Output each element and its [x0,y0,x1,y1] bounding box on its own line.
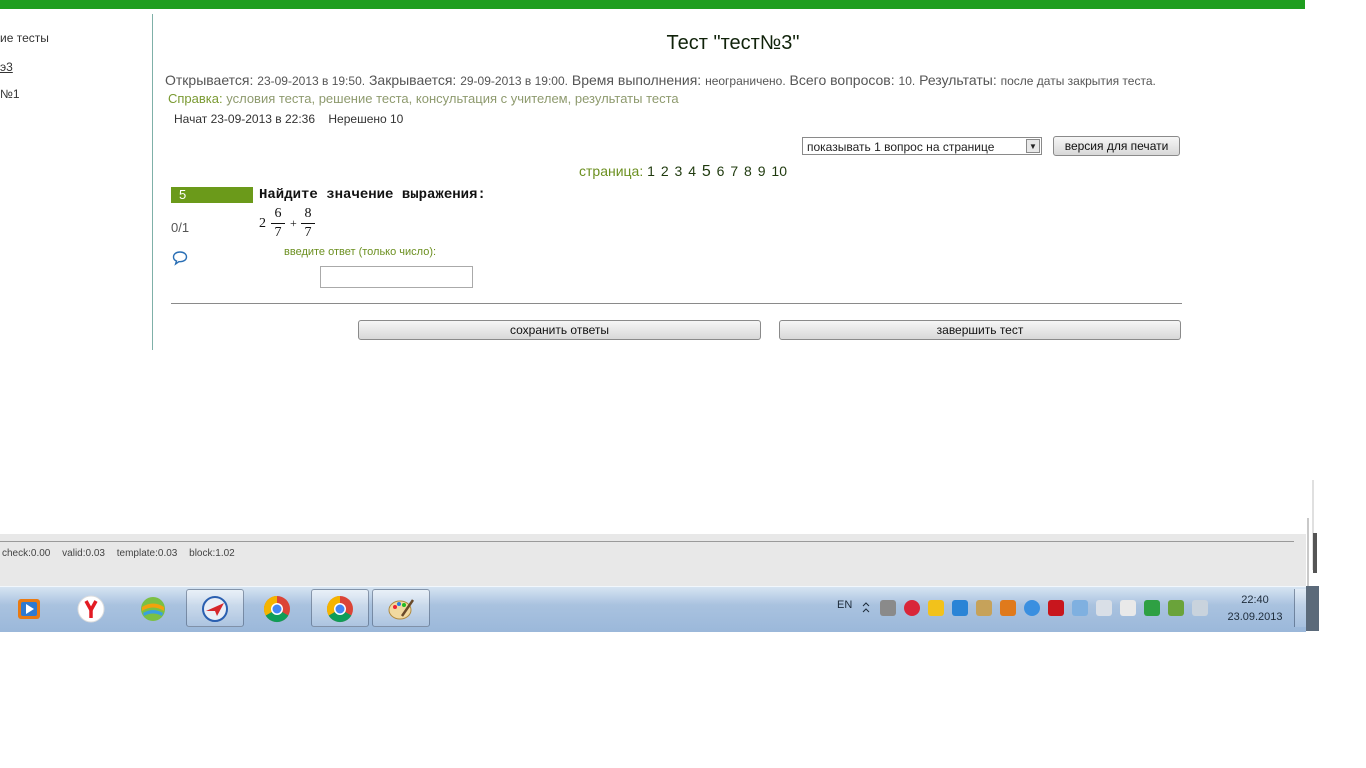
fraction-2-numerator: 8 [304,206,312,221]
stat-check: check:0.00 [2,548,51,559]
per-page-value: показывать 1 вопрос на странице [807,140,995,154]
page-link[interactable]: 8 [744,163,752,179]
tray-flag-icon[interactable] [1120,600,1136,616]
paint-icon[interactable] [386,594,416,624]
tray-app-icon[interactable] [880,600,896,616]
fraction-1-numerator: 6 [274,206,282,221]
language-indicator[interactable]: EN [837,599,852,611]
pagination-label: страница: [579,163,644,179]
page-link[interactable]: 7 [730,163,738,179]
page-link[interactable]: 9 [758,163,766,179]
chrome-icon[interactable] [325,594,355,624]
answer-input[interactable] [320,266,473,288]
duration-label: Время выполнения: [571,72,702,88]
results-label: Результаты: [919,72,997,88]
render-stats: check:0.00 valid:0.03 template:0.03 bloc… [2,548,244,559]
formula-operator: + [290,216,297,230]
question-number-badge: 5 [171,187,253,203]
fraction-2-denominator: 7 [304,225,312,240]
answer-label: введите ответ (только число): [284,246,437,258]
save-answers-button[interactable]: сохранить ответы [358,320,761,340]
help-link-conditions[interactable]: условия теста, [226,91,315,106]
stat-valid: valid:0.03 [62,548,105,559]
pagination: страница: 1 2 3 4 5 6 7 8 9 10 [579,163,789,181]
opens-value: 23-09-2013 в 19:50. [257,74,366,88]
window-edge [1307,518,1309,588]
tray-nvidia-icon[interactable] [1168,600,1184,616]
app-plane-icon[interactable] [200,594,230,624]
tray-network-icon[interactable] [1072,600,1088,616]
stat-template: template:0.03 [116,548,178,559]
sidebar-item-test3[interactable]: э3 [0,60,13,74]
page-link[interactable]: 2 [661,163,669,179]
tray-app-icon[interactable] [1144,600,1160,616]
tray-app-icon[interactable] [928,600,944,616]
windows-media-player-icon[interactable] [14,594,44,624]
questions-value: 10. [898,74,916,88]
test-info: Открывается: 23-09-2013 в 19:50. Закрыва… [165,72,1195,88]
clock-time[interactable]: 22:40 [1232,594,1278,606]
top-green-bar [0,0,1305,9]
help-label: Справка: [168,91,223,106]
tray-acrobat-icon[interactable] [1048,600,1064,616]
formula-whole: 2 [259,216,266,231]
question-text: Найдите значение выражения: [259,187,486,203]
questions-label: Всего вопросов: [789,72,895,88]
results-value: после даты закрытия теста. [1000,74,1156,88]
footer-divider [0,541,1294,542]
clock-date[interactable]: 23.09.2013 [1222,611,1288,623]
duration-value: неограничено. [705,74,786,88]
tray-app-icon[interactable] [1024,600,1040,616]
fraction-2: 8 7 [301,206,315,241]
yandex-browser-icon[interactable] [76,594,106,624]
comment-icon[interactable] [172,250,188,266]
taskbar-edge [1306,586,1319,631]
finish-test-button[interactable]: завершить тест [779,320,1181,340]
page-link[interactable]: 4 [688,163,696,179]
opens-label: Открывается: [165,72,254,88]
help-link-solution[interactable]: решение теста, [319,91,413,106]
help-link-consultation[interactable]: консультация с учителем, [416,91,571,106]
chrome-icon[interactable] [262,594,292,624]
tray-display-icon[interactable] [1192,600,1208,616]
page-title: Тест "тест№3" [666,32,800,54]
window-edge [1313,533,1317,573]
divider [171,303,1182,304]
fraction-1: 6 7 [271,206,285,241]
fraction-1-denominator: 7 [274,225,282,240]
page-link[interactable]: 6 [717,163,725,179]
unsolved-count: Нерешено 10 [328,112,404,126]
questions-per-page-select[interactable]: показывать 1 вопрос на странице ▼ [802,137,1042,155]
closes-value: 29-09-2013 в 19:00. [460,74,568,88]
question-score: 0/1 [171,220,190,235]
started-time: Начат 23-09-2013 в 22:36 [174,112,316,126]
page-link[interactable]: 3 [675,163,683,179]
stat-block: block:1.02 [189,548,235,559]
show-desktop-button[interactable] [1294,589,1306,627]
sidebar: ие тесты э3 №1 [0,14,153,350]
speaker-icon[interactable] [1096,600,1112,616]
tray-expand-icon[interactable] [862,600,870,616]
started-status: Начат 23-09-2013 в 22:36 Нерешено 10 [174,112,403,126]
help-link-results[interactable]: результаты теста [575,91,679,106]
tray-hammer-icon[interactable] [976,600,992,616]
sidebar-item-tests[interactable]: ие тесты [0,31,49,45]
tray-app-icon[interactable] [952,600,968,616]
help-links: Справка: условия теста, решение теста, к… [168,91,679,106]
sidebar-item-test1[interactable]: №1 [0,87,20,101]
print-version-button[interactable]: версия для печати [1053,136,1180,156]
tray-java-icon[interactable] [1000,600,1016,616]
tray-target-icon[interactable] [904,600,920,616]
page-link-current: 5 [701,163,711,180]
closes-label: Закрывается: [368,72,457,88]
page-link[interactable]: 10 [771,163,787,179]
app-globe-icon[interactable] [138,594,168,624]
page-link[interactable]: 1 [647,163,655,179]
chevron-down-icon[interactable]: ▼ [1026,139,1040,153]
